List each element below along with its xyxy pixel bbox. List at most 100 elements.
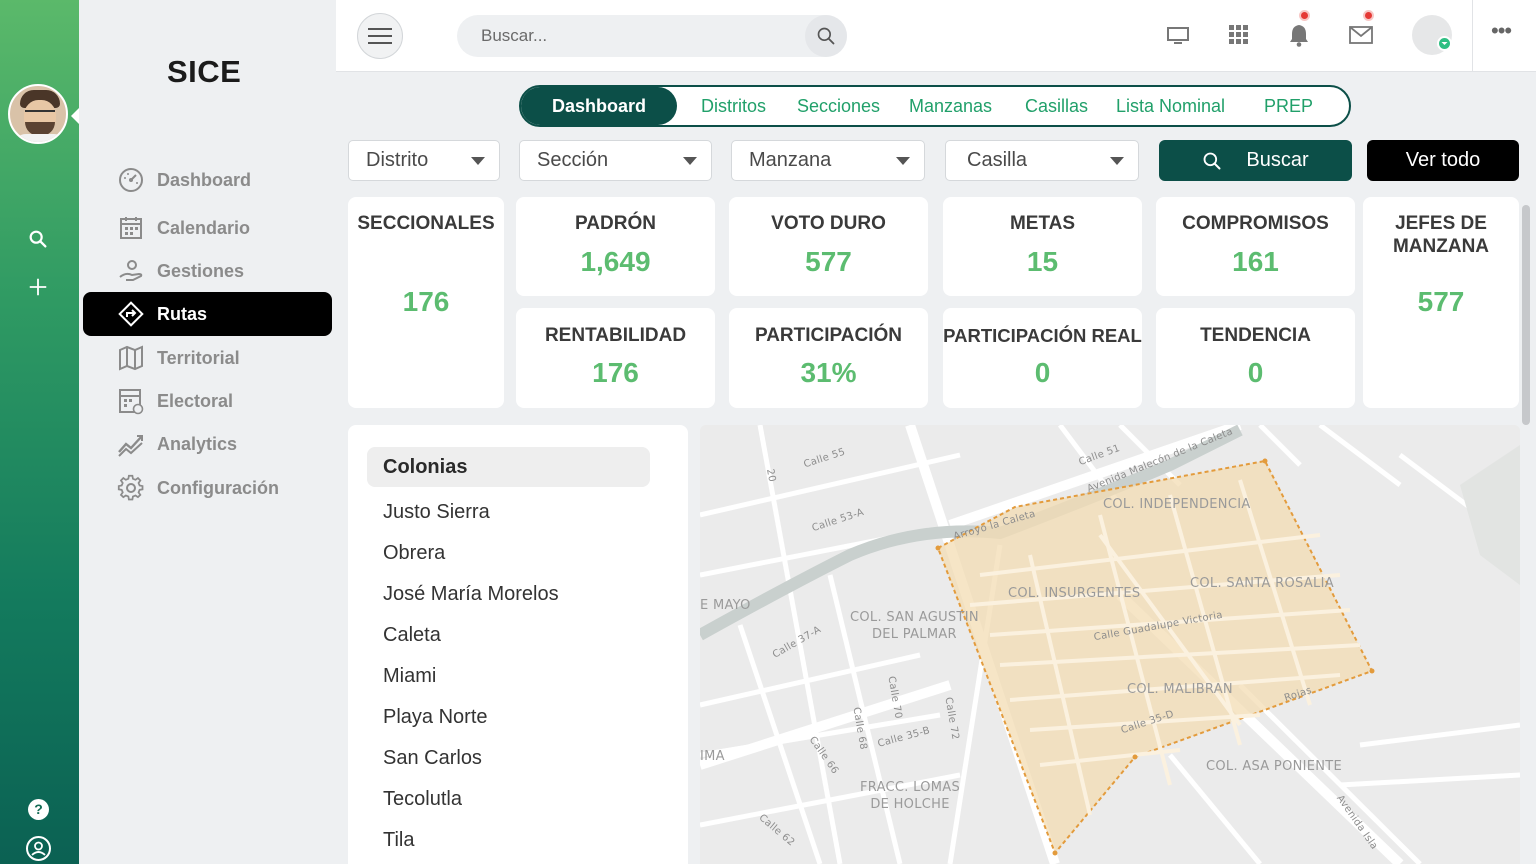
tab-dashboard[interactable]: Dashboard bbox=[521, 87, 677, 125]
stat-label: COMPROMISOS bbox=[1182, 213, 1329, 234]
stat-card-tendencia: TENDENCIA 0 bbox=[1156, 308, 1355, 408]
sidebar-item-analytics[interactable]: Analytics bbox=[83, 422, 332, 466]
casilla-select-value: Casilla bbox=[967, 149, 1028, 171]
list-item[interactable]: Miami bbox=[383, 665, 436, 688]
list-item[interactable]: José María Morelos bbox=[383, 583, 559, 606]
list-item[interactable]: Caleta bbox=[383, 624, 441, 647]
stat-value: 15 bbox=[1026, 246, 1059, 277]
mail-notification-dot bbox=[1363, 10, 1374, 21]
stat-card-seccionales: SECCIONALES 176 bbox=[348, 197, 504, 408]
sidebar-item-label: Calendario bbox=[157, 217, 251, 238]
map-icon bbox=[119, 345, 143, 371]
notification-dot bbox=[1299, 10, 1310, 21]
chevron-down-icon bbox=[1110, 157, 1124, 165]
map-view[interactable]: COL. INDEPENDENCIA COL. INSURGENTES COL.… bbox=[700, 425, 1520, 864]
casilla-select[interactable]: Casilla bbox=[945, 140, 1139, 181]
stat-label-line-1: JEFES DE bbox=[1395, 213, 1487, 234]
seccion-select[interactable]: Sección bbox=[519, 140, 712, 181]
distrito-select[interactable]: Distrito bbox=[348, 140, 500, 181]
manzana-select[interactable]: Manzana bbox=[731, 140, 925, 181]
map-label: IMA bbox=[700, 749, 725, 764]
list-item[interactable]: Justo Sierra bbox=[383, 501, 490, 524]
stat-card-voto-duro: VOTO DURO 577 bbox=[729, 197, 928, 296]
add-icon[interactable] bbox=[24, 273, 52, 301]
stat-card-rentabilidad: RENTABILIDAD 176 bbox=[516, 308, 715, 408]
sidebar-item-electoral[interactable]: Electoral bbox=[83, 379, 332, 423]
search-icon[interactable] bbox=[24, 225, 52, 253]
tab-manzanas[interactable]: Manzanas bbox=[909, 87, 992, 125]
buscar-button-label: Buscar bbox=[1246, 149, 1309, 171]
stat-value: 176 bbox=[592, 357, 639, 388]
gear-icon bbox=[117, 474, 144, 501]
stat-card-metas: METAS 15 bbox=[943, 197, 1142, 296]
hand-coin-icon bbox=[119, 260, 143, 281]
sidebar-item-label: Electoral bbox=[157, 390, 234, 411]
left-rail: ? bbox=[0, 0, 79, 864]
account-icon[interactable] bbox=[26, 836, 51, 861]
map-base bbox=[700, 425, 1520, 864]
list-item[interactable]: Obrera bbox=[383, 542, 445, 565]
user-avatar[interactable] bbox=[8, 84, 68, 144]
stat-label: METAS bbox=[1009, 213, 1076, 234]
more-options-icon[interactable]: ••• bbox=[1491, 20, 1515, 46]
map-label: COL. SAN AGUSTIN DEL PALMAR bbox=[850, 609, 979, 643]
mail-icon[interactable] bbox=[1348, 22, 1374, 48]
hamburger-menu-button[interactable] bbox=[357, 13, 403, 59]
stat-value: 0 bbox=[1247, 357, 1264, 388]
stat-value: 577 bbox=[805, 246, 852, 277]
ver-todo-button[interactable]: Ver todo bbox=[1367, 140, 1519, 181]
sidebar-item-configuracion[interactable]: Configuración bbox=[83, 466, 332, 510]
page-scrollbar[interactable] bbox=[1522, 205, 1530, 425]
map-label: COL. INSURGENTES bbox=[1008, 586, 1141, 601]
list-item[interactable]: Playa Norte bbox=[383, 706, 488, 729]
sidebar-item-gestiones[interactable]: Gestiones bbox=[83, 249, 332, 293]
list-item[interactable]: Tila bbox=[383, 829, 414, 852]
bell-icon[interactable] bbox=[1286, 22, 1312, 48]
sidebar: SICE Dashboard Calendario Gestiones Ruta… bbox=[79, 0, 336, 864]
topbar-divider bbox=[1472, 0, 1473, 72]
calendar-icon bbox=[120, 217, 142, 239]
search-bar bbox=[457, 15, 847, 57]
list-item[interactable]: San Carlos bbox=[383, 747, 482, 770]
sidebar-item-territorial[interactable]: Territorial bbox=[83, 336, 332, 380]
tab-distritos[interactable]: Distritos bbox=[701, 87, 766, 125]
avatar-pointer bbox=[71, 108, 79, 124]
sidebar-item-label: Analytics bbox=[157, 433, 238, 454]
colonias-header: Colonias bbox=[367, 447, 650, 487]
search-input[interactable] bbox=[481, 15, 801, 57]
stat-label: TENDENCIA bbox=[1200, 325, 1311, 346]
top-bar: ••• bbox=[336, 0, 1536, 72]
stat-label: SECCIONALES bbox=[357, 213, 495, 234]
stat-label: VOTO DURO bbox=[771, 213, 886, 234]
monitor-icon[interactable] bbox=[1165, 22, 1191, 48]
sidebar-item-label: Territorial bbox=[157, 347, 240, 368]
profile-dropdown-icon[interactable] bbox=[1437, 36, 1452, 51]
search-submit-button[interactable] bbox=[805, 15, 847, 57]
sidebar-item-label: Rutas bbox=[157, 303, 208, 324]
colonias-panel: Colonias Justo Sierra Obrera José María … bbox=[348, 425, 688, 864]
tab-secciones[interactable]: Secciones bbox=[797, 87, 880, 125]
buscar-button[interactable]: Buscar bbox=[1159, 140, 1352, 181]
map-label: COL. INDEPENDENCIA bbox=[1103, 497, 1251, 512]
sidebar-item-dashboard[interactable]: Dashboard bbox=[83, 158, 332, 202]
stat-value: 0 bbox=[1034, 357, 1051, 388]
apps-grid-icon[interactable] bbox=[1226, 22, 1252, 48]
chevron-down-icon bbox=[471, 157, 485, 165]
tab-prep[interactable]: PREP bbox=[1264, 87, 1313, 125]
map-label-line-2: DE HOLCHE bbox=[870, 797, 950, 812]
sidebar-item-rutas[interactable]: Rutas bbox=[83, 292, 332, 336]
stat-value: 161 bbox=[1232, 246, 1279, 277]
hamburger-icon bbox=[368, 28, 392, 44]
sidebar-item-label: Gestiones bbox=[157, 260, 245, 281]
help-icon[interactable]: ? bbox=[28, 799, 49, 820]
map-label-line-2: DEL PALMAR bbox=[871, 627, 957, 642]
tab-casillas[interactable]: Casillas bbox=[1025, 87, 1088, 125]
tab-lista-nominal[interactable]: Lista Nominal bbox=[1116, 87, 1225, 125]
stat-value: 31% bbox=[800, 357, 857, 388]
list-item[interactable]: Tecolutla bbox=[383, 788, 462, 811]
chevron-down-icon bbox=[683, 157, 697, 165]
sidebar-item-calendario[interactable]: Calendario bbox=[83, 206, 332, 250]
manzana-select-value: Manzana bbox=[749, 149, 832, 171]
speedometer-icon bbox=[119, 168, 143, 192]
distrito-select-value: Distrito bbox=[366, 149, 429, 171]
